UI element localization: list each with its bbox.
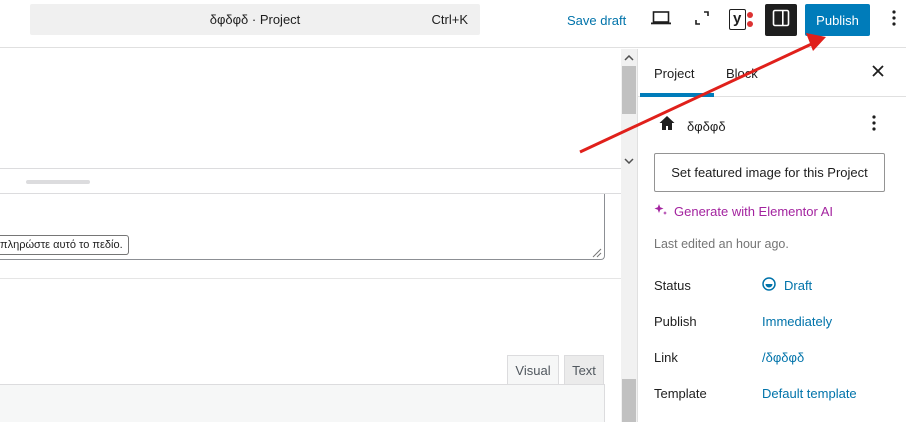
save-draft-button[interactable]: Save draft (567, 13, 626, 28)
document-title: δφδφδ · Project (209, 12, 301, 27)
publish-button[interactable]: Publish (805, 4, 870, 36)
close-icon (872, 64, 884, 82)
yoast-icon: y (728, 9, 754, 31)
editor-canvas: πληρώστε αυτό το πεδίο. Visual Text (0, 49, 621, 422)
settings-sidebar-toggle[interactable] (765, 4, 797, 36)
template-button[interactable]: Default template (762, 386, 857, 401)
fullscreen-button[interactable] (686, 4, 718, 36)
publish-date-button[interactable]: Immediately (762, 314, 832, 329)
sidebar-icon (772, 9, 790, 32)
draft-status-icon (762, 277, 776, 294)
tab-block[interactable]: Block (726, 66, 758, 81)
set-featured-image-button[interactable]: Set featured image for this Project (654, 153, 885, 192)
chevron-down-icon (624, 151, 634, 169)
link-label: Link (654, 350, 678, 365)
template-label: Template (654, 386, 707, 401)
tab-visual[interactable]: Visual (507, 355, 559, 384)
permalink-button[interactable]: /δφδφδ (762, 350, 804, 365)
textarea-resize-grip[interactable] (590, 245, 602, 258)
sparkle-icon (654, 203, 668, 220)
validation-tooltip: πληρώστε αυτό το πεδίο. (0, 235, 129, 255)
tab-project[interactable]: Project (654, 66, 694, 81)
metabox-resize-handle[interactable] (26, 180, 90, 184)
generate-elementor-ai-button[interactable]: Generate with Elementor AI (654, 203, 833, 220)
content-box (0, 49, 621, 169)
close-sidebar-button[interactable] (868, 63, 888, 83)
desktop-preview-icon (651, 10, 671, 31)
status-value: Draft (784, 278, 813, 293)
divider (0, 278, 621, 279)
more-vertical-icon (892, 9, 896, 31)
post-title: δφδφδ (687, 119, 726, 134)
settings-sidebar: Project Block δφδφδ Set featured image f… (637, 49, 906, 422)
last-edited-text: Last edited an hour ago. (654, 237, 789, 251)
expand-icon (693, 9, 711, 32)
command-shortcut: Ctrl+K (431, 12, 468, 27)
tab-text[interactable]: Text (564, 355, 604, 384)
sidebar-tabs: Project Block (638, 49, 906, 97)
chevron-up-icon (624, 48, 634, 66)
more-vertical-icon (872, 114, 876, 136)
options-menu-button[interactable] (884, 8, 904, 32)
status-button[interactable]: Draft (762, 277, 812, 294)
active-tab-indicator (640, 93, 714, 97)
status-label: Status (654, 278, 691, 293)
editor-scrollbar[interactable] (621, 49, 637, 422)
editor-header: δφδφδ · Project Ctrl+K Save draft y Publ… (0, 0, 906, 48)
command-palette-button[interactable]: δφδφδ · Project Ctrl+K (30, 4, 480, 35)
scroll-thumb[interactable] (622, 379, 636, 422)
preview-button[interactable] (645, 4, 677, 36)
classic-editor-toolbar-area (0, 384, 605, 422)
post-actions-button[interactable] (864, 114, 884, 136)
scroll-thumb[interactable] (622, 66, 636, 114)
publish-label: Publish (654, 314, 697, 329)
scroll-down-button[interactable] (621, 152, 637, 168)
home-icon (658, 114, 676, 132)
ai-button-label: Generate with Elementor AI (674, 204, 833, 219)
yoast-seo-button[interactable]: y (725, 4, 757, 36)
scroll-up-button[interactable] (621, 49, 637, 65)
